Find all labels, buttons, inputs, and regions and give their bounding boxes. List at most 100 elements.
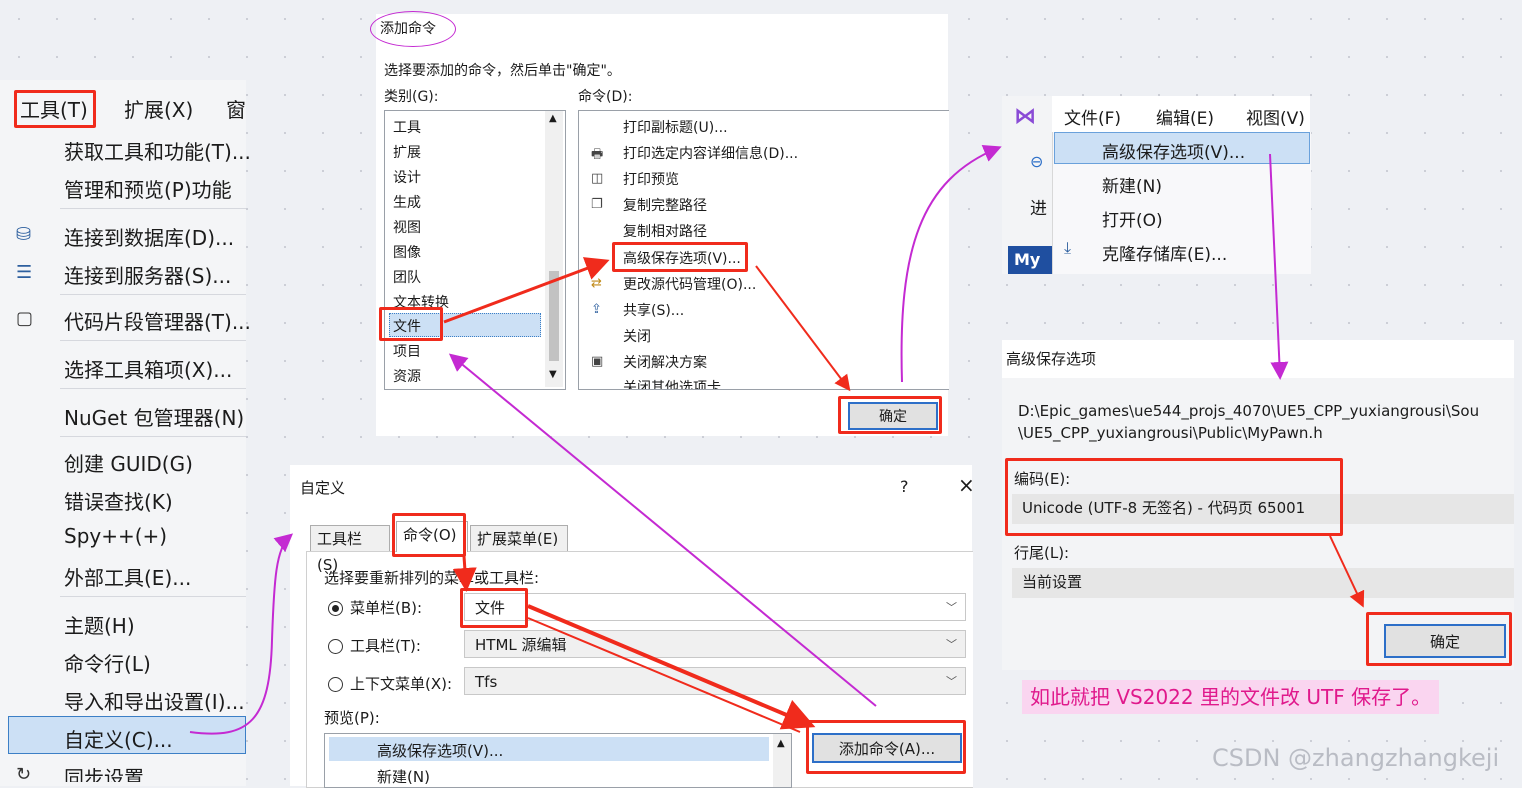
category-label: 类别(G):: [384, 89, 439, 105]
list-item[interactable]: 设计: [393, 167, 421, 187]
list-item[interactable]: 共享(S)...: [623, 300, 684, 320]
list-item[interactable]: 复制相对路径: [623, 221, 707, 241]
dialog-title: 高级保存选项: [1006, 350, 1097, 368]
list-item[interactable]: 团队: [393, 267, 421, 287]
toolbar-radio[interactable]: [328, 639, 343, 654]
list-item[interactable]: 新建(N): [377, 766, 430, 787]
source-control-icon: ⇄: [591, 276, 602, 291]
line-ending-select-value: 当前设置: [1022, 573, 1083, 591]
menubar-window[interactable]: 窗: [226, 94, 246, 123]
menu-item-toolbox-items[interactable]: 选择工具箱项(X)...: [64, 354, 232, 383]
clone-repo-icon: ⤓: [1064, 238, 1072, 257]
printer-icon: 🖶: [591, 147, 604, 162]
snippet-manager-icon: ▢: [16, 308, 34, 329]
tab-toolbars[interactable]: 工具栏(S): [310, 525, 390, 574]
list-item[interactable]: 扩展: [393, 142, 421, 162]
visual-studio-logo-icon: ⋈: [1014, 104, 1036, 129]
list-item[interactable]: 工具: [393, 117, 421, 137]
menubar-radio[interactable]: [328, 601, 343, 616]
toolbar-select[interactable]: HTML 源编辑 ﹀: [464, 630, 966, 658]
back-icon[interactable]: ⊖: [1030, 152, 1043, 171]
scroll-up-icon[interactable]: ▲: [777, 738, 785, 749]
toolbar-select-value: HTML 源编辑: [475, 636, 567, 654]
menu-separator: [60, 294, 246, 295]
section-label: 选择要重新排列的菜单或工具栏:: [324, 569, 540, 587]
list-item[interactable]: 项目: [393, 341, 421, 361]
menu-item-create-guid[interactable]: 创建 GUID(G): [64, 448, 193, 477]
context-menu-select-value: Tfs: [475, 673, 498, 691]
list-item[interactable]: 关闭: [623, 326, 651, 346]
menubar-view[interactable]: 视图(V): [1246, 104, 1305, 129]
list-item[interactable]: 复制完整路径: [623, 195, 707, 215]
list-item[interactable]: 关闭解决方案: [623, 352, 707, 372]
highlight-advanced-save: [612, 242, 748, 272]
help-icon[interactable]: ?: [900, 477, 909, 496]
scrollbar[interactable]: ▲: [773, 734, 791, 787]
scroll-up-icon[interactable]: ▲: [549, 113, 557, 124]
menu-item-open[interactable]: 打开(O): [1102, 206, 1163, 231]
list-item[interactable]: 图像: [393, 242, 421, 262]
highlight-encoding: [1005, 458, 1343, 536]
menu-item-error-lookup[interactable]: 错误查找(K): [64, 486, 173, 515]
share-icon: ⇪: [591, 302, 602, 317]
list-item[interactable]: 打印选定内容详细信息(D)...: [623, 143, 798, 163]
preview-label: 预览(P):: [324, 709, 380, 727]
menu-item-external-tools[interactable]: 外部工具(E)...: [64, 562, 191, 591]
menu-item-clone-repo[interactable]: 克隆存储库(E)...: [1102, 240, 1227, 265]
close-solution-icon: ▣: [591, 354, 604, 369]
menu-item-theme[interactable]: 主题(H): [64, 610, 135, 639]
context-menu-select[interactable]: Tfs ﹀: [464, 667, 966, 695]
menu-item-customize[interactable]: 自定义(C)...: [64, 724, 173, 753]
list-item[interactable]: 资源: [393, 366, 421, 386]
close-icon[interactable]: ×: [958, 473, 972, 497]
menu-item-connect-server[interactable]: 连接到服务器(S)...: [64, 260, 231, 289]
list-item[interactable]: 打印副标题(U)...: [623, 117, 728, 137]
file-path-line2: \UE5_CPP_yuxiangrousi\Public\MyPawn.h: [1018, 424, 1323, 442]
highlight-ok-button: [838, 396, 942, 434]
preview-list[interactable]: 高级保存选项(V)... 新建(N) ▲: [324, 733, 792, 788]
list-item[interactable]: 高级保存选项(V)...: [377, 740, 503, 761]
dialog-title: 自定义: [300, 479, 346, 497]
menu-separator: [60, 388, 246, 389]
list-item[interactable]: 关闭其他选项卡: [623, 377, 721, 389]
menubar-select[interactable]: 文件 ﹀: [464, 593, 966, 621]
menubar-label: 菜单栏(B):: [350, 599, 423, 617]
chevron-down-icon[interactable]: ﹀: [946, 668, 957, 696]
line-ending-select[interactable]: 当前设置: [1012, 568, 1514, 598]
annotation-note: 如此就把 VS2022 里的文件改 UTF 保存了。: [1022, 680, 1440, 714]
tools-menu: 工具(T) 扩展(X) 窗 获取工具和功能(T)... 管理和预览(P)功能 ⛁…: [0, 80, 251, 786]
menubar-file[interactable]: 文件(F): [1064, 104, 1121, 129]
menu-item-connect-db[interactable]: 连接到数据库(D)...: [64, 222, 234, 251]
watermark: CSDN @zhangzhangkeji: [1212, 744, 1500, 772]
menu-item-advanced-save[interactable]: 高级保存选项(V)...: [1102, 138, 1245, 163]
menu-item-snippet-manager[interactable]: 代码片段管理器(T)...: [64, 306, 251, 335]
menu-item-sync-settings[interactable]: 同步设置: [64, 762, 144, 782]
scrollbar[interactable]: ▲ ▼: [545, 111, 563, 387]
menu-item-manage-preview[interactable]: 管理和预览(P)功能: [64, 174, 232, 203]
highlight-add-command-button: [806, 720, 966, 774]
menu-separator: [60, 436, 246, 437]
menu-item-import-export[interactable]: 导入和导出设置(I)...: [64, 686, 245, 715]
tab-extension-menu[interactable]: 扩展菜单(E): [470, 525, 568, 551]
add-command-dialog: 添加命令 选择要添加的命令，然后单击"确定"。 类别(G): 命令(D): 工具…: [376, 14, 949, 436]
category-list[interactable]: 工具 扩展 设计 生成 视图 图像 团队 文本转换 文件 项目 资源 ▲ ▼: [384, 110, 566, 390]
menubar-edit[interactable]: 编辑(E): [1156, 104, 1214, 129]
chevron-down-icon[interactable]: ﹀: [946, 631, 957, 659]
list-item[interactable]: 打印预览: [623, 169, 679, 189]
scroll-down-icon[interactable]: ▼: [549, 369, 557, 380]
list-item[interactable]: 更改源代码管理(O)...: [623, 274, 756, 294]
menu-item-new[interactable]: 新建(N): [1102, 172, 1162, 197]
scroll-thumb[interactable]: [549, 271, 559, 361]
menu-separator: [60, 208, 246, 209]
chevron-down-icon[interactable]: ﹀: [946, 594, 957, 622]
menu-item-get-tools[interactable]: 获取工具和功能(T)...: [64, 136, 251, 165]
sync-icon: ↻: [16, 764, 32, 785]
menu-item-nuget[interactable]: NuGet 包管理器(N): [64, 402, 244, 431]
menu-item-command-line[interactable]: 命令行(L): [64, 648, 151, 677]
context-menu-radio[interactable]: [328, 677, 343, 692]
list-item[interactable]: 生成: [393, 192, 421, 212]
menu-item-spy[interactable]: Spy++(+): [64, 524, 167, 548]
print-preview-icon: ◫: [591, 171, 604, 186]
list-item[interactable]: 视图: [393, 217, 421, 237]
menubar-extensions[interactable]: 扩展(X): [124, 94, 193, 123]
